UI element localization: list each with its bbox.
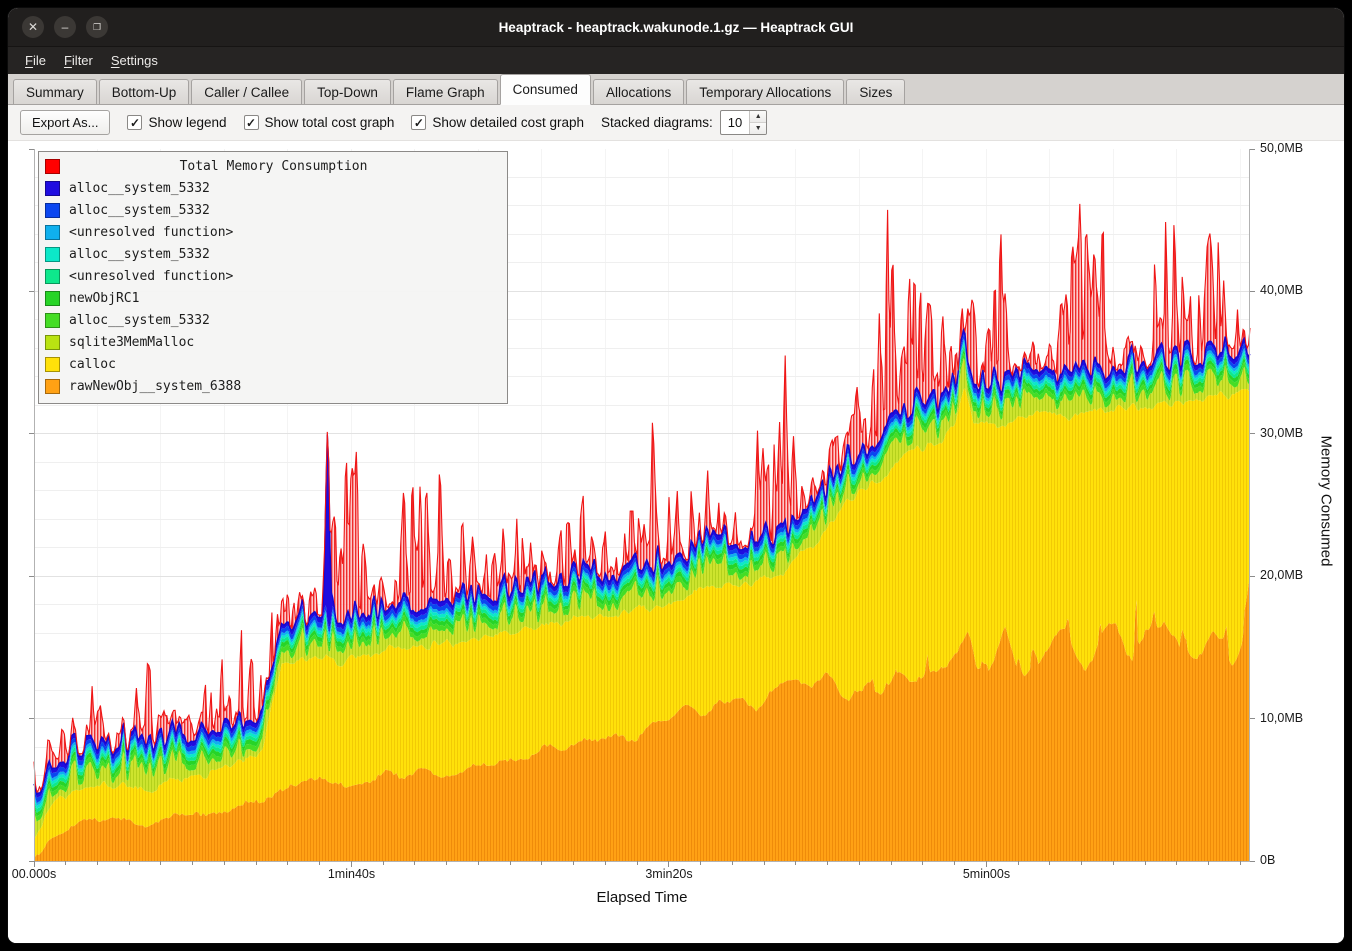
tab-summary[interactable]: Summary	[13, 79, 97, 104]
tab-consumed[interactable]: Consumed	[500, 74, 591, 105]
window-title: Heaptrack - heaptrack.wakunode.1.gz — He…	[8, 20, 1344, 35]
legend-item: alloc__system_5332	[43, 243, 502, 265]
legend-label: alloc__system_5332	[69, 181, 210, 196]
legend-label: sqlite3MemMalloc	[69, 335, 194, 350]
legend-swatch	[45, 181, 60, 196]
spin-up-icon[interactable]: ▲	[750, 111, 766, 123]
stacked-diagrams-spinbox[interactable]: 10 ▲ ▼	[720, 110, 767, 135]
titlebar[interactable]: ✕–❐ Heaptrack - heaptrack.wakunode.1.gz …	[8, 8, 1344, 46]
window-buttons: ✕–❐	[22, 16, 108, 38]
checkbox-label: Show legend	[148, 115, 226, 130]
checkbox-show-detailed-cost-graph[interactable]: ✓ Show detailed cost graph	[411, 115, 584, 130]
tab-allocations[interactable]: Allocations	[593, 79, 684, 104]
x-tick-label: 1min40s	[328, 867, 375, 881]
menu-item-filter[interactable]: Filter	[55, 49, 102, 72]
legend-swatch	[45, 357, 60, 372]
y-tick-label: 40,0MB	[1260, 283, 1303, 297]
legend-title-swatch	[45, 159, 60, 174]
close-button[interactable]: ✕	[22, 16, 44, 38]
x-tick-label: 5min00s	[963, 867, 1010, 881]
legend-items: alloc__system_5332 alloc__system_5332 <unr…	[43, 177, 502, 397]
legend-label: rawNewObj__system_6388	[69, 379, 241, 394]
legend-label: newObjRC1	[69, 291, 139, 306]
legend-label: <unresolved function>	[69, 269, 233, 284]
tab-top-down[interactable]: Top-Down	[304, 79, 391, 104]
legend-item: sqlite3MemMalloc	[43, 331, 502, 353]
legend-label: calloc	[69, 357, 116, 372]
toolbar: Export As... ✓ Show legend ✓ Show total cos…	[8, 105, 1344, 141]
legend-item: calloc	[43, 353, 502, 375]
checkbox-show-total-cost-graph[interactable]: ✓ Show total cost graph	[244, 115, 395, 130]
legend-item: <unresolved function>	[43, 265, 502, 287]
x-axis-title: Elapsed Time	[597, 889, 688, 906]
menu-item-settings[interactable]: Settings	[102, 49, 167, 72]
stacked-diagrams-value: 10	[721, 111, 749, 134]
y-tick-label: 10,0MB	[1260, 711, 1303, 725]
legend-label: alloc__system_5332	[69, 313, 210, 328]
y-tick-label: 20,0MB	[1260, 568, 1303, 582]
tab-temporary-allocations[interactable]: Temporary Allocations	[686, 79, 844, 104]
menubar: FileFilterSettings	[8, 46, 1344, 74]
legend-swatch	[45, 225, 60, 240]
spin-down-icon[interactable]: ▼	[750, 123, 766, 134]
menu-items: FileFilterSettings	[16, 49, 167, 72]
checkbox-box: ✓	[244, 115, 259, 130]
legend-swatch	[45, 379, 60, 394]
chart-area: 0B 10,0MB 20,0MB 30,0MB 40,0MB 50,0MB 00.000s…	[8, 141, 1344, 943]
y-tick-label: 0B	[1260, 853, 1275, 867]
tab-bottom-up[interactable]: Bottom-Up	[99, 79, 190, 104]
legend-label: alloc__system_5332	[69, 247, 210, 262]
legend-title: Total Memory Consumption	[180, 159, 368, 174]
x-tick-label: 3min20s	[645, 867, 692, 881]
tabbar: SummaryBottom-UpCaller / CalleeTop-DownF…	[8, 74, 1344, 105]
checkbox-box: ✓	[411, 115, 426, 130]
tab-sizes[interactable]: Sizes	[846, 79, 905, 104]
legend-swatch	[45, 335, 60, 350]
legend-swatch	[45, 291, 60, 306]
maximize-button[interactable]: ❐	[86, 16, 108, 38]
chart-legend: Total Memory Consumption alloc__system_5…	[38, 151, 508, 404]
export-as-button[interactable]: Export As...	[20, 110, 110, 135]
x-tick-label: 00.000s	[12, 867, 56, 881]
minimize-button[interactable]: –	[54, 16, 76, 38]
legend-swatch	[45, 269, 60, 284]
legend-title-row: Total Memory Consumption	[43, 155, 502, 177]
toolbar-checkboxes: ✓ Show legend ✓ Show total cost graph ✓ Show …	[127, 115, 584, 130]
legend-swatch	[45, 313, 60, 328]
stacked-diagrams-label: Stacked diagrams:	[601, 115, 713, 130]
legend-item: <unresolved function>	[43, 221, 502, 243]
checkbox-show-legend[interactable]: ✓ Show legend	[127, 115, 226, 130]
legend-item: alloc__system_5332	[43, 199, 502, 221]
legend-swatch	[45, 247, 60, 262]
checkbox-box: ✓	[127, 115, 142, 130]
legend-item: rawNewObj__system_6388	[43, 375, 502, 397]
legend-item: newObjRC1	[43, 287, 502, 309]
legend-item: alloc__system_5332	[43, 309, 502, 331]
y-tick-label: 30,0MB	[1260, 426, 1303, 440]
stacked-diagrams-control: Stacked diagrams: 10 ▲ ▼	[601, 110, 767, 135]
tab-flame-graph[interactable]: Flame Graph	[393, 79, 498, 104]
y-axis-title: Memory Consumed	[1318, 436, 1335, 567]
checkbox-label: Show total cost graph	[265, 115, 395, 130]
legend-swatch	[45, 203, 60, 218]
app-window: ✕–❐ Heaptrack - heaptrack.wakunode.1.gz …	[8, 8, 1344, 943]
checkbox-label: Show detailed cost graph	[432, 115, 584, 130]
tab-caller-callee[interactable]: Caller / Callee	[191, 79, 302, 104]
menu-item-file[interactable]: File	[16, 49, 55, 72]
legend-label: <unresolved function>	[69, 225, 233, 240]
legend-label: alloc__system_5332	[69, 203, 210, 218]
y-tick-label: 50,0MB	[1260, 141, 1303, 155]
spin-buttons: ▲ ▼	[749, 111, 766, 134]
legend-item: alloc__system_5332	[43, 177, 502, 199]
